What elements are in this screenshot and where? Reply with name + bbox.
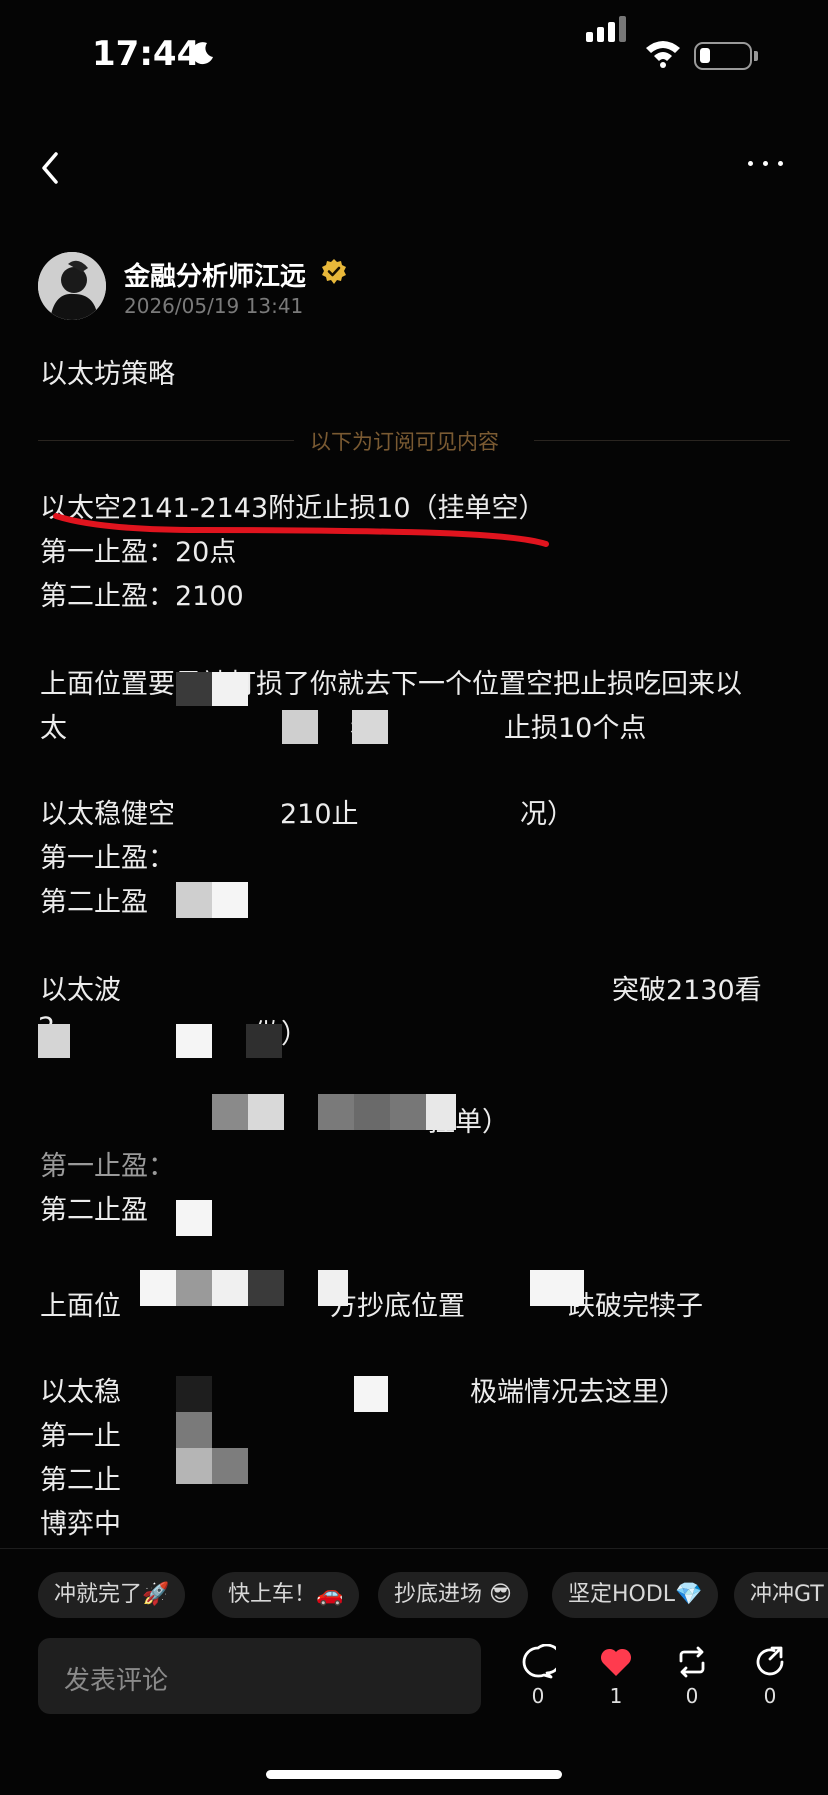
post-line: 第二止 [40,1465,121,1496]
post-title: 以太坊策略 [40,359,175,390]
quick-reply-chip[interactable]: 冲冲GT [734,1572,828,1618]
chips-divider [0,1548,828,1549]
post-line: 以太稳 [40,1377,121,1408]
comment-button[interactable]: 0 [514,1644,562,1708]
post-line: 博弈中 [40,1509,121,1540]
like-button[interactable]: 1 [592,1644,640,1708]
post-line: 太 [40,713,67,744]
like-count: 1 [609,1684,623,1708]
quick-reply-chip[interactable]: 抄底进场 😎 [378,1572,528,1618]
post-line-fragment: 极端情况去这里） [470,1377,686,1408]
home-indicator[interactable] [266,1770,562,1779]
post-line-fragment: 跌破完犊子 [568,1291,703,1322]
post-line: 第二止盈 [40,1195,148,1226]
post-line: 第一止 [40,1421,121,1452]
comment-input[interactable]: 发表评论 [38,1638,481,1714]
post-line: 上面位置要是被打损了你就去下一个位置空把止损吃回来以 [40,669,742,700]
post-line: 第二止盈：2100 [40,581,244,612]
author-name[interactable]: 金融分析师江远 [124,256,306,293]
post-line-fragment: 突破2130看 [612,975,762,1006]
repost-count: 0 [685,1684,699,1708]
comment-placeholder: 发表评论 [64,1666,169,1696]
post-line-fragment: 210止 [280,799,359,830]
post-line-fragment: 方抄底位置 [330,1291,465,1322]
post-line-fragment: 止损10个点 [504,713,647,744]
quick-reply-chip[interactable]: 快上车！🚗 [212,1572,360,1618]
post-line: 上面位 [40,1291,121,1322]
back-arrow-icon[interactable] [36,148,64,188]
quick-reply-chip[interactable]: 冲就完了🚀 [38,1572,186,1618]
subscriber-divider-label: 以下为订阅可见内容 [310,430,499,454]
post-line: 第一止盈：20点 [40,537,237,568]
comment-count: 0 [531,1684,545,1708]
quick-reply-chip[interactable]: 坚定HODL💎 [552,1572,719,1618]
more-options-icon[interactable] [746,155,786,171]
heart-icon [600,1648,632,1676]
verified-badge-icon [322,259,346,284]
divider-line-right [534,440,790,441]
divider-line-left [38,440,294,441]
share-icon [756,1646,784,1676]
author-avatar[interactable] [38,252,106,320]
post-line: 第一止盈： [40,843,175,874]
moon-icon [191,42,213,65]
avatar-image [38,252,106,320]
wifi-icon [646,41,680,68]
post-line-fragment: 况） [520,799,574,830]
post-line: 以太波 [40,975,121,1006]
post-line: 以太稳健空 [40,799,175,830]
share-button[interactable]: 0 [746,1644,794,1708]
status-time: 17:44 [92,34,201,74]
post-line: 第二止盈 [40,887,148,918]
repost-icon [679,1646,705,1678]
share-count: 0 [763,1684,777,1708]
post-date: 2026/05/19 13:41 [124,294,304,318]
battery-icon [694,42,758,70]
repost-button[interactable]: 0 [668,1644,716,1708]
comment-icon [522,1644,556,1679]
post-line: 第一止盈： [40,1151,175,1182]
